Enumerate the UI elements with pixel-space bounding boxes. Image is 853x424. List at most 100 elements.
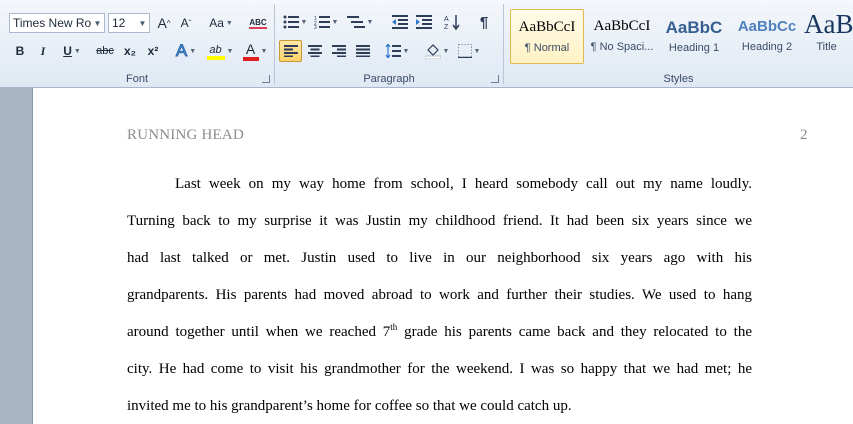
change-case-label: Aa: [209, 16, 224, 30]
chevron-down-icon[interactable]: ▼: [91, 14, 104, 32]
font-group: Times New Rom ▼ 12 ▼ A^ Aˇ Aa▼ ABC B I U…: [0, 0, 274, 88]
style-name: Heading 1: [668, 42, 720, 54]
align-right-button[interactable]: [328, 40, 350, 62]
caret-up-icon: ^: [166, 18, 171, 28]
body-paragraph[interactable]: Last week on my way home from school, I …: [127, 174, 752, 424]
align-center-button[interactable]: [304, 40, 326, 62]
multilevel-list-icon: [346, 16, 365, 28]
chevron-down-icon: ▼: [331, 18, 339, 26]
chevron-down-icon: ▼: [73, 47, 81, 55]
numbering-button[interactable]: 1 2 3 ▼: [312, 11, 340, 33]
text-line: grandparents. His parents had moved abro…: [127, 287, 752, 303]
highlight-label: ab: [209, 44, 222, 56]
style-sample: AaBbCc: [737, 18, 797, 35]
chevron-down-icon: ▼: [366, 18, 374, 26]
change-case-button[interactable]: Aa ▼: [206, 12, 236, 34]
chevron-down-icon: ▼: [300, 18, 308, 26]
ribbon: Times New Rom ▼ 12 ▼ A^ Aˇ Aa▼ ABC B I U…: [0, 0, 853, 88]
highlight-icon: ab: [206, 42, 225, 60]
dialog-launcher-icon[interactable]: [491, 75, 499, 83]
text-effects-button[interactable]: A ▼: [174, 40, 198, 62]
font-name-box[interactable]: Times New Rom ▼: [9, 13, 105, 33]
highlight-button[interactable]: ab ▼: [204, 40, 236, 62]
running-head[interactable]: RUNNING HEAD: [127, 127, 244, 144]
decrease-indent-button[interactable]: [389, 11, 411, 33]
text-line: invited me to his grandparent’s home for…: [127, 398, 572, 414]
style-heading-1[interactable]: AaBbC Heading 1: [657, 9, 731, 64]
justify-button[interactable]: [352, 40, 374, 62]
font-size-value: 12: [112, 16, 126, 30]
borders-button[interactable]: ▼: [455, 40, 483, 62]
subscript-button[interactable]: x₂: [120, 40, 140, 62]
document-area: RUNNING HEAD 2 Last week on my way home …: [0, 88, 853, 424]
highlight-swatch: [206, 56, 225, 60]
shading-bucket-icon: [424, 43, 441, 59]
style-sample: AaBbCcI: [593, 18, 651, 34]
pilcrow-icon: ¶: [479, 13, 489, 31]
font-color-swatch: [242, 57, 259, 61]
align-left-button[interactable]: [279, 40, 302, 62]
bullets-button[interactable]: ▼: [281, 11, 309, 33]
style-normal[interactable]: AaBbCcI ¶ Normal: [510, 9, 584, 64]
shrink-font-label: A: [180, 16, 189, 30]
text-line: city. He had come to visit his grandmoth…: [127, 361, 752, 377]
style-name: ¶ Normal: [524, 42, 570, 54]
chevron-down-icon: ▼: [226, 47, 234, 55]
document-page[interactable]: RUNNING HEAD 2 Last week on my way home …: [32, 88, 853, 424]
font-color-button[interactable]: A ▼: [240, 40, 270, 62]
strikethrough-label: abc: [96, 45, 114, 57]
superscript-label: x²: [147, 44, 159, 58]
text-effects-icon: A: [175, 41, 188, 61]
clear-formatting-button[interactable]: ABC: [247, 12, 269, 34]
chevron-down-icon: ▼: [473, 47, 481, 55]
increase-indent-button[interactable]: [413, 11, 435, 33]
bullets-icon: [283, 15, 299, 29]
font-name-value: Times New Rom: [13, 16, 91, 30]
svg-text:A: A: [444, 16, 449, 23]
style-no-spacing[interactable]: AaBbCcI ¶ No Spaci...: [585, 9, 659, 64]
chevron-down-icon: ▼: [260, 47, 268, 55]
superscript-button[interactable]: x²: [143, 40, 163, 62]
style-heading-2[interactable]: AaBbCc Heading 2: [730, 9, 804, 64]
shading-button[interactable]: ▼: [423, 40, 451, 62]
show-formatting-button[interactable]: ¶: [474, 11, 494, 33]
multilevel-list-button[interactable]: ▼: [345, 11, 375, 33]
justify-icon: [356, 45, 370, 57]
font-group-label: Font: [125, 73, 148, 85]
clear-formatting-label: ABC: [249, 17, 267, 29]
style-title[interactable]: AaB Title: [800, 9, 853, 64]
text-segment: grade his parents came back and they rel…: [397, 324, 752, 340]
font-color-icon: A: [242, 41, 259, 61]
decrease-indent-icon: [392, 15, 408, 29]
chevron-down-icon[interactable]: ▼: [136, 14, 149, 32]
style-sample: AaBbCcI: [518, 19, 576, 35]
increase-indent-icon: [416, 15, 432, 29]
style-sample: AaBbC: [665, 18, 723, 37]
italic-button[interactable]: I: [33, 40, 53, 62]
shrink-font-button[interactable]: Aˇ: [176, 12, 196, 34]
line-spacing-icon: [385, 44, 401, 58]
font-color-label: A: [245, 41, 256, 57]
bold-button[interactable]: B: [10, 40, 30, 62]
sort-button[interactable]: AZ: [442, 11, 462, 33]
align-center-icon: [308, 45, 322, 57]
paragraph-group-label: Paragraph: [363, 73, 415, 85]
line-spacing-button[interactable]: ▼: [383, 40, 411, 62]
style-sample: AaB: [804, 9, 853, 39]
text-line: Last week on my way home from school, I …: [175, 176, 752, 192]
underline-button[interactable]: U ▼: [58, 40, 86, 62]
strikethrough-button[interactable]: abc: [93, 40, 117, 62]
chevron-down-icon: ▼: [189, 47, 197, 55]
chevron-down-icon: ▼: [442, 47, 450, 55]
text-line: had last talked or met. Justin used to l…: [127, 250, 752, 266]
styles-group-label: Styles: [663, 73, 694, 85]
align-right-icon: [332, 45, 346, 57]
dialog-launcher-icon[interactable]: [262, 75, 270, 83]
grow-font-button[interactable]: A ^: [154, 12, 174, 34]
italic-label: I: [40, 43, 46, 58]
grow-font-label: A: [157, 15, 167, 31]
page-number: 2: [800, 127, 808, 143]
style-name: Heading 2: [741, 41, 793, 53]
font-size-box[interactable]: 12 ▼: [108, 13, 150, 33]
chevron-down-icon: ▼: [225, 19, 233, 27]
